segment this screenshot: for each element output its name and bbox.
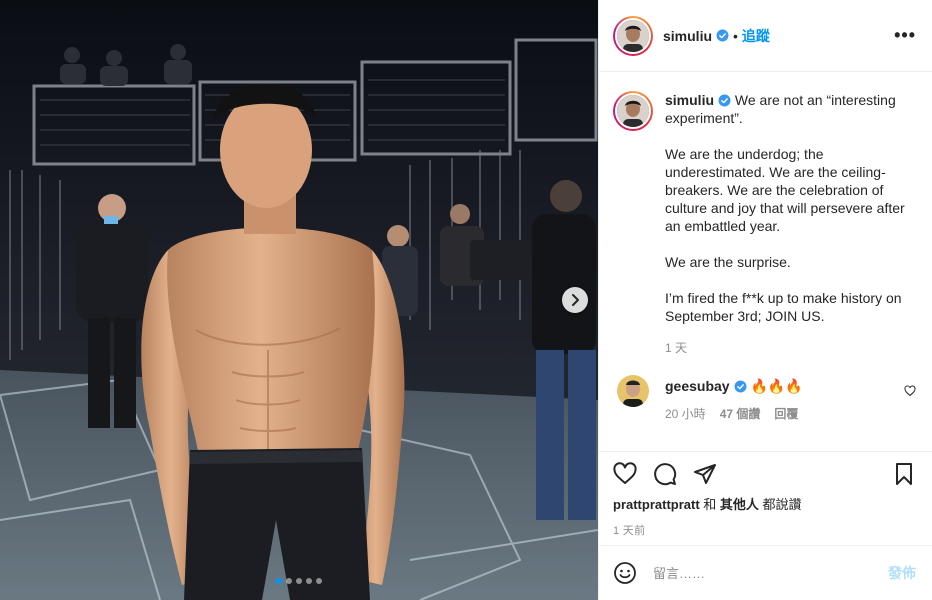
commenter-username[interactable]: geesubay [665, 378, 730, 394]
comments-section[interactable]: simuliu We are not an “interesting exper… [599, 73, 932, 451]
author-avatar-image [617, 19, 649, 52]
chevron-right-icon [572, 294, 579, 306]
commenter-avatar[interactable] [617, 375, 649, 407]
comment-content: geesubay 🔥🔥🔥 [665, 377, 885, 395]
carousel-indicator [0, 578, 598, 584]
likes-connector: 和 [699, 497, 720, 512]
verified-badge-icon [718, 94, 731, 107]
caption-username[interactable]: simuliu [665, 92, 714, 108]
likes-summary: prattprattpratt 和 其他人 都說讚 [613, 494, 916, 513]
speech-bubble-icon[interactable] [653, 462, 677, 486]
carousel-dot [316, 578, 322, 584]
more-options-button[interactable]: ••• [894, 25, 916, 46]
post-actions: prattprattpratt 和 其他人 都說讚 1 天前 [599, 451, 932, 538]
post-header: simuliu • 追蹤 ••• [599, 0, 932, 72]
comment-input[interactable] [653, 565, 888, 581]
post-media[interactable] [0, 0, 598, 600]
follow-button[interactable]: 追蹤 [742, 26, 770, 46]
carousel-dot [306, 578, 312, 584]
caption-avatar-image [617, 95, 649, 127]
post-timestamp[interactable]: 1 天前 [613, 522, 916, 538]
carousel-dot [296, 578, 302, 584]
comment-body: geesubay 🔥🔥🔥 20 小時 47 個讚 回覆 [665, 377, 885, 422]
caption-timestamp[interactable]: 1 天 [665, 339, 910, 357]
comment-like-heart-icon[interactable] [904, 385, 916, 397]
carousel-dot [276, 578, 282, 584]
heart-icon[interactable] [613, 462, 637, 486]
author-username[interactable]: simuliu [663, 28, 712, 44]
add-comment-bar: 發佈 [599, 545, 932, 600]
post-photo [0, 0, 598, 600]
comment-text: 🔥🔥🔥 [750, 378, 803, 394]
verified-badge-icon [734, 380, 747, 393]
smiley-icon[interactable] [613, 561, 637, 585]
caption-paragraph: We are the surprise. [665, 254, 791, 270]
liked-by-others[interactable]: 其他人 [720, 497, 759, 512]
likes-suffix: 都說讚 [758, 497, 802, 512]
author-avatar[interactable] [613, 15, 653, 56]
comment-meta: 20 小時 47 個讚 回覆 [665, 405, 885, 422]
post-comment-button[interactable]: 發佈 [888, 563, 916, 583]
header-separator: • [733, 27, 738, 44]
comment-item: geesubay 🔥🔥🔥 20 小時 47 個讚 回覆 [613, 375, 916, 422]
comment-time[interactable]: 20 小時 [665, 405, 706, 422]
action-icons [613, 462, 916, 486]
post-side-panel: simuliu • 追蹤 ••• simuliu We are not an “… [598, 0, 932, 600]
caption-text: simuliu We are not an “interesting exper… [665, 91, 910, 357]
caption-paragraph: simuliu We are not an “interesting exper… [665, 91, 910, 127]
verified-badge-icon [716, 29, 729, 42]
next-image-button[interactable] [562, 287, 588, 313]
caption: simuliu We are not an “interesting exper… [613, 91, 916, 357]
carousel-dot [286, 578, 292, 584]
commenter-avatar-image [617, 375, 649, 407]
bookmark-icon[interactable] [892, 462, 916, 486]
reply-button[interactable]: 回覆 [774, 405, 798, 422]
paper-plane-icon[interactable] [693, 462, 717, 486]
caption-paragraph: We are the underdog; the underestimated.… [665, 146, 905, 234]
instagram-post-modal: simuliu • 追蹤 ••• simuliu We are not an “… [0, 0, 932, 600]
caption-paragraph: I’m fired the f**k up to make history on… [665, 290, 902, 324]
caption-author-avatar[interactable] [613, 91, 653, 131]
comment-likes-count[interactable]: 47 個讚 [720, 405, 761, 422]
liked-by-user[interactable]: prattprattpratt [613, 497, 700, 512]
